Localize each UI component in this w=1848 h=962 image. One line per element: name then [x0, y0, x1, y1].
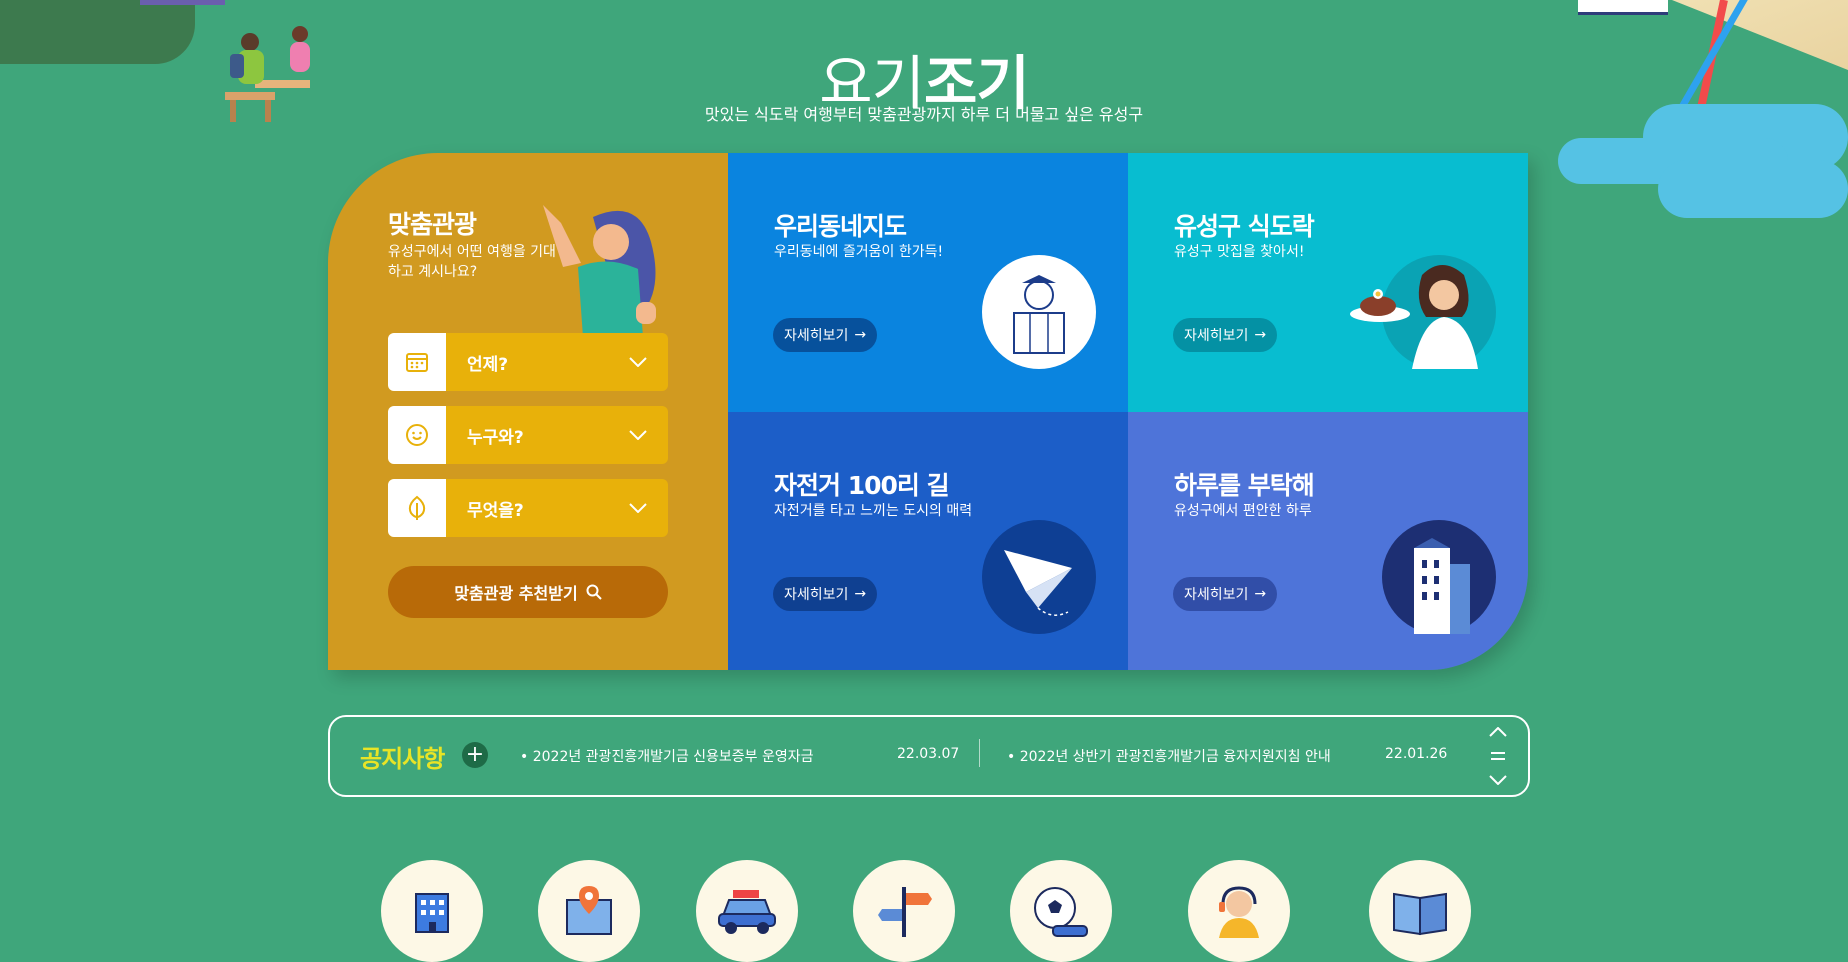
building-illustration: [1382, 520, 1496, 634]
card-desc: 자전거를 타고 느끼는 도시의 매력: [774, 503, 973, 519]
more-button-label: 자세히보기: [1184, 587, 1249, 603]
card-desc: 유성구에서 편안한 하루: [1174, 503, 1312, 519]
notice-item-text: 2022년 관광진흥개발기금 신용보증부 운영자금: [532, 749, 814, 765]
card-desc: 우리동네에 즐거움이 한가득!: [774, 244, 944, 260]
notice-title: 공지사항: [360, 745, 445, 773]
chevron-down-icon: [608, 479, 668, 537]
arrow-right-icon: →: [1254, 327, 1267, 343]
paper-plane-icon: [982, 520, 1096, 634]
notice-more-plus-icon[interactable]: +: [462, 742, 488, 768]
notice-controls: [1488, 727, 1508, 785]
chevron-down-icon[interactable]: [1489, 775, 1507, 785]
select-what-label: 무엇을?: [467, 500, 524, 521]
more-button[interactable]: 자세히보기 →: [773, 318, 878, 352]
select-when[interactable]: 언제?: [388, 333, 668, 391]
decoration-house: [1578, 0, 1668, 15]
recommend-button-label: 맞춤관광 추천받기: [454, 584, 578, 603]
smile-icon: [388, 406, 446, 464]
dish-illustration: [1350, 289, 1410, 322]
card-title: 우리동네지도: [774, 212, 907, 241]
notice-item-1[interactable]: • 2022년 관광진흥개발기금 신용보증부 운영자금: [520, 746, 814, 766]
select-with-whom[interactable]: 누구와?: [388, 406, 668, 464]
decoration-roof: [140, 0, 225, 5]
more-button-label: 자세히보기: [784, 587, 849, 603]
menu-icon[interactable]: [1491, 750, 1505, 762]
card-bike-road: 자전거 100리 길 자전거를 타고 느끼는 도시의 매력 자세히보기 →: [728, 412, 1128, 670]
main-panel: 맞춤관광 유성구에서 어떤 여행을 기대하고 계시나요? 언제? 누구와? 무엇…: [328, 153, 1528, 670]
decoration-cloud: [1658, 160, 1848, 218]
chevron-up-icon[interactable]: [1489, 727, 1507, 737]
quick-headset-icon[interactable]: [1188, 860, 1290, 962]
select-with-whom-label: 누구와?: [467, 427, 524, 448]
custom-tour-card: 맞춤관광 유성구에서 어떤 여행을 기대하고 계시나요? 언제? 누구와? 무엇…: [328, 153, 728, 670]
notice-bar: 공지사항 + • 2022년 관광진흥개발기금 신용보증부 운영자금 22.03…: [328, 715, 1530, 797]
custom-tour-title: 맞춤관광: [388, 210, 477, 239]
notice-item-2[interactable]: • 2022년 상반기 관광진흥개발기금 융자지원지침 안내: [1007, 746, 1331, 766]
arrow-right-icon: →: [854, 586, 867, 602]
more-button-label: 자세히보기: [784, 328, 849, 344]
quick-signpost-icon[interactable]: [853, 860, 955, 962]
notice-item-text: 2022년 상반기 관광진흥개발기금 융자지원지침 안내: [1019, 749, 1331, 765]
waving-woman-illustration: [543, 205, 656, 337]
more-button-label: 자세히보기: [1184, 328, 1249, 344]
card-title: 하루를 부탁해: [1174, 471, 1315, 500]
card-stay: 하루를 부탁해 유성구에서 편안한 하루 자세히보기 →: [1128, 412, 1528, 670]
quick-map-pin-icon[interactable]: [538, 860, 640, 962]
chevron-down-icon: [608, 333, 668, 391]
map-reader-illustration: [982, 255, 1096, 369]
more-button[interactable]: 자세히보기 →: [773, 577, 878, 611]
calendar-icon: [388, 333, 446, 391]
more-button[interactable]: 자세히보기 →: [1173, 318, 1278, 352]
card-neighborhood-map: 우리동네지도 우리동네에 즐거움이 한가득! 자세히보기 →: [728, 153, 1128, 412]
custom-tour-recommend-button[interactable]: 맞춤관광 추천받기: [388, 566, 668, 618]
arrow-right-icon: →: [854, 327, 867, 343]
card-food-tour: 유성구 식도락 유성구 맛집을 찾아서! 자세히보기 →: [1128, 153, 1528, 412]
notice-item-1-date: 22.03.07: [897, 746, 960, 762]
select-when-label: 언제?: [467, 354, 509, 375]
quick-book-icon[interactable]: [1369, 860, 1471, 962]
quick-building-icon[interactable]: [381, 860, 483, 962]
quick-car-icon[interactable]: [696, 860, 798, 962]
more-button[interactable]: 자세히보기 →: [1173, 577, 1278, 611]
card-title: 유성구 식도락: [1174, 212, 1315, 241]
select-what[interactable]: 무엇을?: [388, 479, 668, 537]
page-subtitle: 맛있는 식도락 여행부터 맞춤관광까지 하루 더 머물고 싶은 유성구: [704, 105, 1144, 124]
arrow-right-icon: →: [1254, 586, 1267, 602]
chevron-down-icon: [608, 406, 668, 464]
card-desc: 유성구 맛집을 찾아서!: [1174, 244, 1305, 260]
notice-divider: [979, 739, 980, 767]
card-title: 자전거 100리 길: [774, 471, 950, 500]
tree-icon: [388, 479, 446, 537]
quick-soccer-icon[interactable]: [1010, 860, 1112, 962]
notice-item-2-date: 22.01.26: [1385, 746, 1448, 762]
search-icon: [586, 584, 602, 600]
